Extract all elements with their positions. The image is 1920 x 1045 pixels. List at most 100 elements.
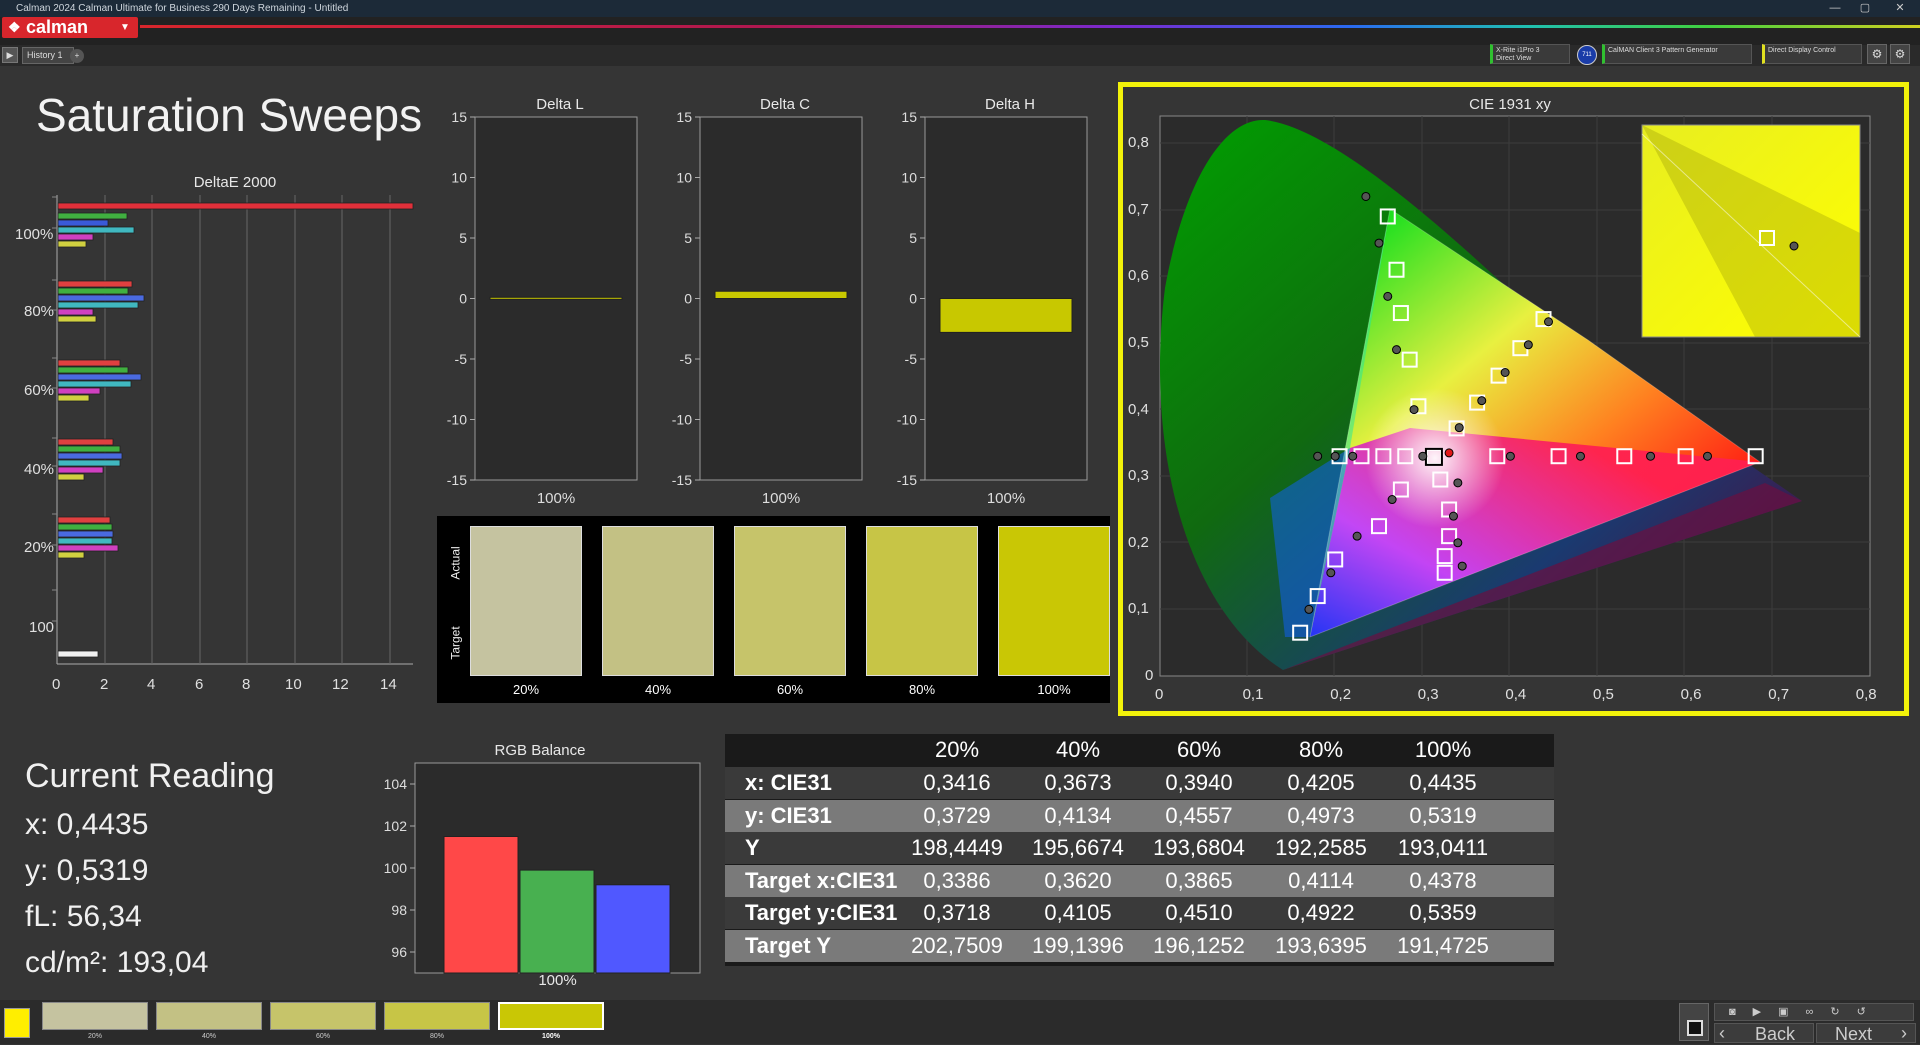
cie-xtick: 0,6	[1680, 686, 1702, 703]
row-label: x: CIE31	[745, 770, 832, 795]
table-row: y: CIE31 0,3729 0,4134 0,4557 0,4973 0,5319	[725, 799, 1554, 832]
table-cell: 0,4922	[1287, 900, 1355, 925]
deltae-xtick: 2	[100, 676, 109, 693]
generator-name: CalMAN Client 3 Pattern Generator	[1608, 47, 1718, 54]
swatch-label: 100%	[1037, 682, 1071, 697]
cie-xtick: 0,7	[1768, 686, 1790, 703]
cie-current-point	[1444, 448, 1454, 458]
rgb-balance-chart: 104 102 100 98 96	[384, 762, 701, 974]
table-cell: 193,6395	[1275, 932, 1367, 958]
table-cell: 0,3620	[1044, 867, 1112, 893]
play-icon[interactable]: ▶	[2, 47, 18, 63]
patch-swatch[interactable]	[384, 1002, 490, 1030]
patch-label: 40%	[201, 1033, 216, 1040]
delta-tick-label: 15	[451, 110, 467, 125]
table-cell: 0,3865	[1165, 867, 1233, 893]
meter-selector[interactable]: X-Rite i1Pro 3 Direct View	[1490, 44, 1570, 64]
cie-xtick: 0,3	[1417, 686, 1439, 703]
display-name: Direct Display Control	[1768, 47, 1836, 54]
redo-icon[interactable]: ↺	[1857, 1006, 1883, 1018]
table-cell: 0,4114	[1288, 867, 1354, 893]
meter-name: X-Rite i1Pro 3	[1496, 47, 1540, 54]
patch-swatch[interactable]	[156, 1002, 262, 1030]
deltae-chart	[52, 195, 414, 665]
cie-xtick: 0,1	[1242, 686, 1264, 703]
cie-actual-point	[1330, 451, 1340, 461]
patch-swatch[interactable]	[498, 1002, 604, 1030]
save-icon[interactable]: ▣	[1778, 1006, 1805, 1018]
patch-swatch[interactable]	[270, 1002, 376, 1030]
stop-button[interactable]	[1679, 1003, 1709, 1041]
delta-bar	[489, 296, 623, 300]
patch-swatch[interactable]	[42, 1002, 148, 1030]
delta-tick-label: 5	[909, 230, 917, 246]
next-button[interactable]: Next ›	[1816, 1023, 1916, 1044]
table-cell: 199,1396	[1032, 932, 1124, 958]
cie-actual-point	[1454, 423, 1464, 433]
back-button[interactable]: ‹ Back	[1714, 1023, 1814, 1044]
deltae-ylabel: 20%	[24, 539, 55, 556]
cie-xtick: 0,4	[1505, 686, 1527, 703]
delta-tick-label: 15	[676, 110, 692, 125]
table-cell: 198,4449	[911, 835, 1003, 860]
settings-alt-icon[interactable]: ⚙	[1890, 44, 1910, 64]
deltae-xtick: 0	[52, 676, 61, 693]
row-label: Target Y	[745, 932, 831, 958]
delta-tick-label: 10	[901, 170, 917, 186]
column-header: 60%	[1176, 737, 1222, 762]
cie-xtick: 0	[1155, 686, 1164, 703]
table-cell: 196,1252	[1153, 932, 1245, 958]
delta-tick-label: 5	[684, 230, 692, 246]
delta-tick-label: -10	[897, 412, 917, 428]
meter-mode: Direct View	[1496, 55, 1532, 62]
cie-actual-point	[1523, 340, 1533, 350]
refresh-icon[interactable]: ↻	[1830, 1006, 1856, 1018]
reading-x: x: 0,4435	[25, 808, 149, 841]
settings-icon[interactable]: ⚙	[1867, 44, 1887, 64]
cie-actual-point	[1326, 568, 1336, 578]
rgb-tick-label: 102	[384, 818, 408, 834]
delta-tick-label: -15	[897, 472, 917, 488]
delta-tick-label: -15	[672, 472, 692, 488]
logo-text: calman	[26, 17, 89, 37]
delta-bar	[714, 290, 848, 300]
add-tab-icon[interactable]: +	[70, 49, 84, 63]
deltae-xtick: 8	[242, 676, 251, 693]
rainbow-strip	[140, 25, 1920, 28]
tab-history[interactable]: History 1	[22, 47, 74, 64]
table-cell: 191,4725	[1397, 932, 1489, 958]
camera-icon[interactable]: ◙	[1729, 1006, 1753, 1018]
cie-ytick: 0,5	[1128, 334, 1149, 351]
readings-table: 20% 40% 60% 80% 100% x: CIE31 0,3416 0,3673 0,39…	[725, 734, 1554, 966]
table-cell: 0,5359	[1409, 900, 1477, 925]
meter-badge[interactable]: 711	[1577, 45, 1597, 65]
transport-toolbar[interactable]: ◙▶▣∞↻↺	[1714, 1003, 1914, 1021]
delta-tick-label: 15	[901, 110, 917, 125]
play-icon[interactable]: ▶	[1753, 1006, 1778, 1018]
cie-actual-point	[1348, 451, 1358, 461]
table-cell: 0,3673	[1044, 770, 1112, 795]
link-icon[interactable]: ∞	[1806, 1006, 1831, 1018]
table-row: Target x:CIE31 0,3386 0,3620 0,3865 0,4114 0,…	[725, 864, 1554, 897]
rgb-balance-label: 100%	[538, 972, 577, 989]
calman-menu-button[interactable]: ❖ calman ▼	[2, 17, 138, 38]
close-button[interactable]: ✕	[1885, 0, 1915, 17]
patch-label: 20%	[87, 1033, 102, 1040]
cie-actual-point	[1453, 478, 1463, 488]
cie-actual-point	[1352, 531, 1362, 541]
column-header: 20%	[934, 737, 980, 762]
table-cell: 0,3718	[923, 900, 991, 925]
delta-tick-label: -10	[447, 412, 467, 428]
cie-actual-point	[1304, 604, 1314, 614]
cie-ytick: 0,4	[1128, 400, 1149, 418]
display-selector[interactable]: Direct Display Control	[1762, 44, 1862, 64]
table-cell: 195,6674	[1032, 835, 1124, 860]
table-cell: 0,3386	[923, 867, 991, 893]
color-swatch	[734, 526, 846, 676]
maximize-button[interactable]: ▢	[1850, 0, 1880, 17]
minimize-button[interactable]: —	[1820, 0, 1850, 17]
generator-selector[interactable]: CalMAN Client 3 Pattern Generator	[1602, 44, 1752, 64]
current-color-indicator	[4, 1008, 30, 1038]
column-header: 80%	[1298, 737, 1344, 762]
chevron-down-icon: ▼	[120, 22, 130, 33]
